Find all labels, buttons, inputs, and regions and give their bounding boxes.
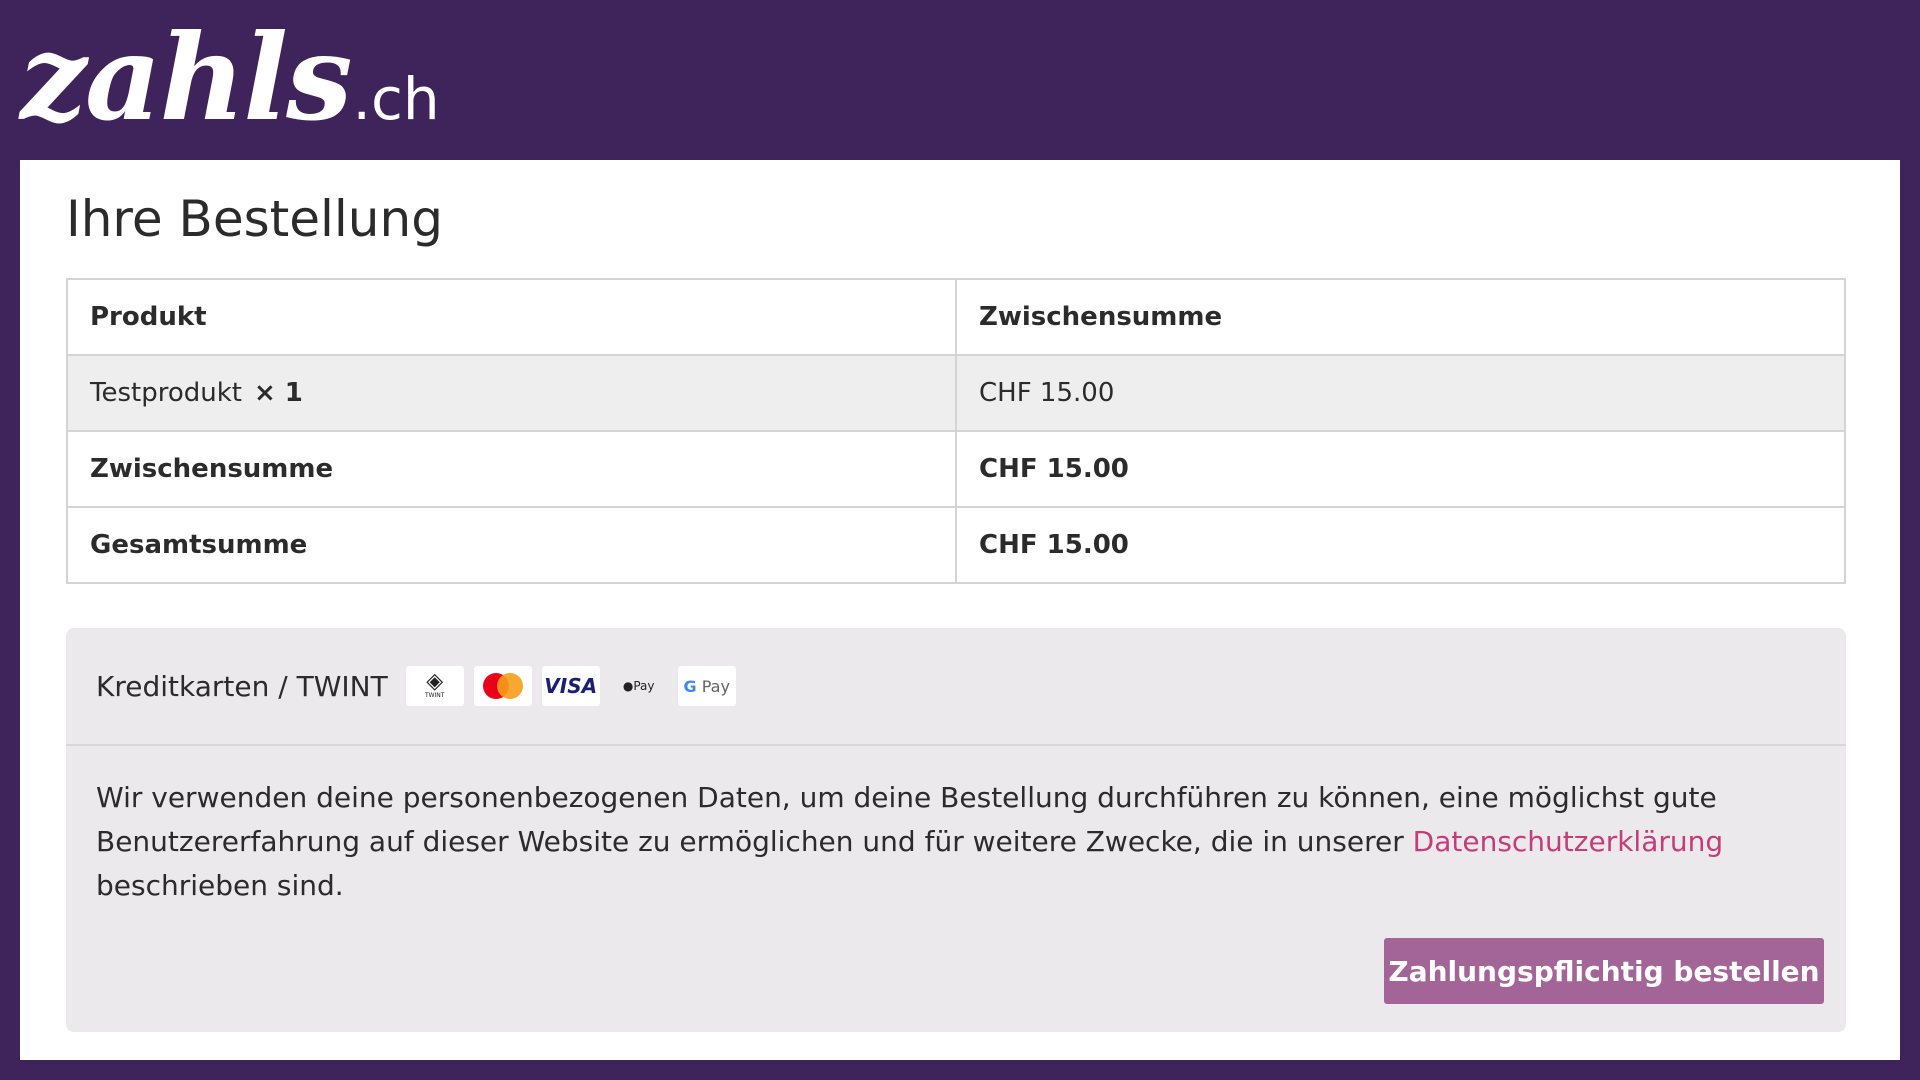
product-subtotal: CHF 15.00 <box>955 354 1846 432</box>
column-header-product: Produkt <box>66 278 957 356</box>
product-cell: Testprodukt × 1 <box>66 354 957 432</box>
table-header-row: Produkt Zwischensumme <box>66 278 1846 356</box>
logo-main-text: zahls <box>20 8 353 147</box>
twint-icon-text: TWINT <box>424 692 445 699</box>
privacy-policy-link[interactable]: Datenschutzerklärung <box>1413 825 1724 858</box>
site-header: zahls.ch <box>0 0 1920 160</box>
place-order-button[interactable]: Zahlungspflichtig bestellen <box>1384 938 1824 1004</box>
subtotal-value: CHF 15.00 <box>955 430 1846 508</box>
product-name: Testprodukt <box>90 378 242 408</box>
payment-method-label: Kreditkarten / TWINT <box>96 669 388 703</box>
page-title: Ihre Bestellung <box>66 190 443 248</box>
google-pay-icon-text: Pay <box>701 676 730 696</box>
table-row: Testprodukt × 1 CHF 15.00 <box>66 354 1846 432</box>
google-pay-icon: G Pay <box>677 666 736 706</box>
apple-pay-icon-text: Pay <box>633 679 655 693</box>
subtotal-row: Zwischensumme CHF 15.00 <box>66 430 1846 508</box>
logo-tld-text: .ch <box>352 65 440 133</box>
total-label: Gesamtsumme <box>66 506 957 584</box>
total-value: CHF 15.00 <box>955 506 1846 584</box>
visa-icon-text: VISA <box>544 674 598 698</box>
total-row: Gesamtsumme CHF 15.00 <box>66 506 1846 584</box>
apple-pay-icon: ●Pay <box>622 679 655 693</box>
privacy-notice: Wir verwenden deine personenbezogenen Da… <box>96 776 1816 908</box>
zahls-logo[interactable]: zahls.ch <box>20 8 440 147</box>
visa-icon: VISA <box>541 666 600 706</box>
mastercard-icon <box>473 666 532 706</box>
subtotal-label: Zwischensumme <box>66 430 957 508</box>
product-quantity: × 1 <box>253 378 303 408</box>
twint-icon: ◈ TWINT <box>405 666 464 706</box>
privacy-text-after: beschrieben sind. <box>96 869 344 902</box>
checkout-card: Ihre Bestellung Produkt Zwischensumme Te… <box>20 160 1900 1060</box>
column-header-subtotal: Zwischensumme <box>955 278 1846 356</box>
payment-section: Kreditkarten / TWINT ◈ TWINT VISA ●Pay G … <box>66 628 1846 1032</box>
payment-method-header[interactable]: Kreditkarten / TWINT ◈ TWINT VISA ●Pay G … <box>66 628 1846 746</box>
order-summary-table: Produkt Zwischensumme Testprodukt × 1 CHF… <box>66 278 1846 584</box>
